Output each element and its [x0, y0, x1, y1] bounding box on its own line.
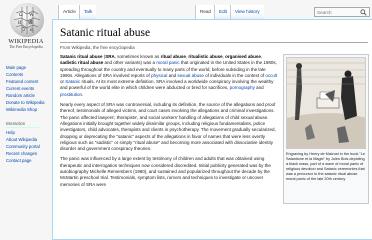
- svg-text:Ω: Ω: [19, 13, 23, 18]
- link-occult[interactable]: occult: [265, 73, 277, 78]
- page-subtitle: From Wikipedia, the free encyclopedia: [60, 45, 135, 50]
- tab-read[interactable]: Read: [195, 5, 215, 19]
- svg-text:W: W: [29, 13, 34, 18]
- link-prostitution[interactable]: prostitution: [60, 92, 82, 97]
- nav-link-contact-page[interactable]: Contact page: [6, 157, 40, 164]
- page-title: Satanic ritual abuse: [60, 27, 151, 39]
- thumbnail-caption: Engraving by Henry de Malvost in the boo…: [286, 152, 366, 181]
- interaction-heading: Interaction: [6, 120, 40, 128]
- title-divider: [60, 42, 368, 43]
- paragraph-influence: The panic was influenced by a large exte…: [60, 156, 271, 187]
- nav-link-help[interactable]: Help: [6, 129, 40, 136]
- term-bold: sadistic ritual abuse: [60, 60, 104, 66]
- text-run: .: [82, 91, 84, 97]
- search-box: [314, 7, 370, 17]
- tab-talk[interactable]: Talk: [79, 5, 97, 19]
- text-run: and: [167, 72, 178, 78]
- nav-link-current-events[interactable]: Current events: [6, 85, 44, 92]
- nav-link-donate[interactable]: Donate to Wikipedia: [6, 99, 44, 106]
- text-run: and: [254, 85, 264, 91]
- nav-link-recent-changes[interactable]: Recent changes: [6, 150, 40, 157]
- article-body: Satanic ritual abuse (SRA, sometimes kno…: [60, 54, 278, 192]
- nav-link-community-portal[interactable]: Community portal: [6, 143, 40, 150]
- search-input[interactable]: [317, 9, 362, 16]
- term-bold: Satanic ritual abuse: [60, 54, 103, 59]
- wikipedia-tagline: The Free Encyclopedia: [9, 45, 43, 49]
- nav-link-random-article[interactable]: Random article: [6, 92, 44, 99]
- tabs-bar: Article Talk Read Edit View history: [52, 0, 372, 19]
- link-satanic[interactable]: Satanic: [65, 79, 80, 84]
- link-physical-abuse[interactable]: physical: [151, 73, 167, 78]
- nav-link-contents[interactable]: Contents: [6, 71, 44, 78]
- term-bold: ritualistic abuse: [188, 54, 223, 59]
- article-content: Satanic ritual abuse From Wikipedia, the…: [52, 19, 372, 240]
- thumbnail-figure: Engraving by Henry de Malvost in the boo…: [283, 54, 369, 204]
- tab-article[interactable]: Article: [58, 5, 80, 19]
- term-bold: organised abuse: [225, 54, 261, 59]
- term-bold: ritual abuse: [160, 54, 186, 59]
- text-run: and other variants) was a: [103, 60, 157, 66]
- tab-view-history[interactable]: View history: [230, 5, 264, 19]
- sidebar: Ω W И 維 ウά WIKIPEDIA The Free Encyclopedia…: [0, 0, 52, 240]
- main-navigation: Main page Contents Featured content Curr…: [6, 64, 44, 113]
- text-run: of individuals in the context of: [203, 72, 266, 78]
- text-run: , sometimes known as: [114, 54, 161, 59]
- link-sexual-abuse[interactable]: sexual abuse: [177, 73, 204, 78]
- wikipedia-wordmark: WIKIPEDIA: [8, 38, 44, 45]
- nav-link-featured-content[interactable]: Featured content: [6, 78, 44, 85]
- paragraph-controversy: Nearly every aspect of SRA was controver…: [60, 102, 276, 152]
- link-moral-panic[interactable]: moral panic: [156, 60, 179, 65]
- svg-text:И: И: [18, 21, 22, 26]
- term-bold: SRA: [105, 54, 115, 59]
- black-mass-engraving-image[interactable]: [286, 57, 366, 149]
- interaction-navigation: Interaction Help About Wikipedia Communi…: [6, 120, 40, 164]
- paragraph-intro: Satanic ritual abuse (SRA, sometimes kno…: [60, 54, 278, 98]
- text-run: ,: [260, 54, 263, 59]
- svg-text:ウ: ウ: [21, 26, 26, 33]
- wikipedia-logo-globe-icon[interactable]: Ω W И 維 ウά: [10, 3, 44, 37]
- tab-edit[interactable]: Edit: [214, 5, 231, 19]
- svg-text:維: 維: [28, 19, 33, 26]
- nav-link-wikimedia-shop[interactable]: Wikimedia Shop: [6, 106, 44, 113]
- nav-link-about-wikipedia[interactable]: About Wikipedia: [6, 136, 40, 143]
- search-icon[interactable]: [360, 9, 367, 16]
- nav-link-main-page[interactable]: Main page: [6, 64, 44, 71]
- svg-text:ά: ά: [30, 28, 33, 33]
- link-pornography[interactable]: pornography: [230, 85, 255, 90]
